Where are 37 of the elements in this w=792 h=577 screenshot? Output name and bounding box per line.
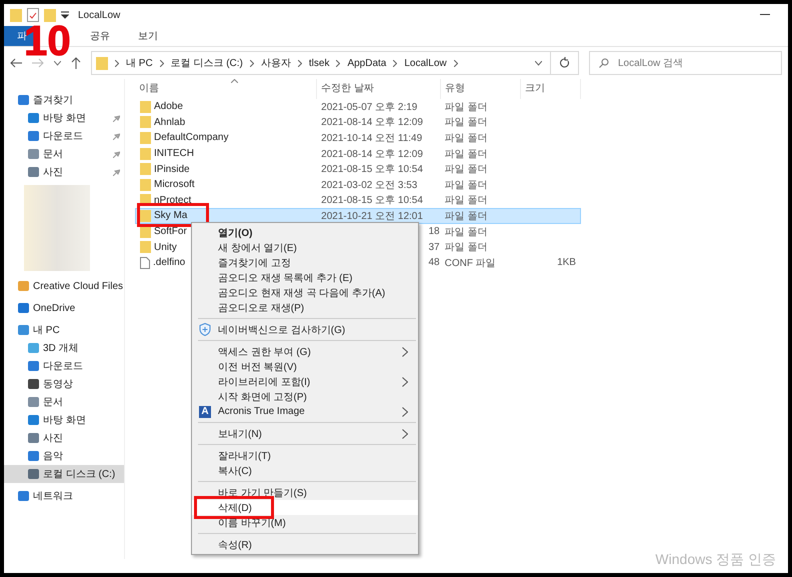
date-text: 2021-05-07 오후 2:19 (321, 100, 418, 114)
file-name: nProtect (154, 194, 192, 206)
date-text: 2021-08-15 오후 10:54 (321, 163, 423, 176)
date-text: 2021-08-15 오후 10:54 (321, 194, 423, 208)
type-text: 파일 폴더 (444, 241, 488, 254)
activation-notice: Windows 정품 인증 (655, 551, 776, 569)
window-title: LocalLow (78, 10, 120, 20)
file-name: SoftFor (154, 226, 187, 238)
file-name: Unity (154, 242, 177, 253)
type-text: 파일 폴더 (444, 178, 488, 192)
file-name: INITECH (154, 148, 194, 160)
date-text: 2021-10-21 오전 12:01 (321, 210, 423, 223)
acronis-icon: A (199, 406, 211, 418)
type-text: 파일 폴더 (444, 226, 488, 239)
type-text: 파일 폴더 (444, 132, 488, 145)
type-text: 파일 폴더 (444, 194, 488, 208)
file-name: .delfino (153, 257, 186, 268)
file-name: Microsoft (154, 179, 195, 190)
type-text: 파일 폴더 (444, 100, 488, 114)
date-text: 2021-08-14 오후 12:09 (321, 116, 423, 130)
file-name: Ahnlab (154, 116, 186, 128)
date-text: 2021-03-02 오전 3:53 (321, 178, 418, 192)
file-name: Sky Ma (154, 210, 188, 222)
size-text: 1KB (557, 257, 576, 268)
date-text: 48 (428, 257, 440, 268)
type-text: 파일 폴더 (444, 210, 488, 223)
type-text: 파일 폴더 (444, 116, 488, 130)
date-text: 37 (428, 242, 440, 253)
file-name: Adobe (154, 101, 183, 112)
type-text: CONF 파일 (444, 256, 496, 270)
type-text: 파일 폴더 (444, 148, 488, 161)
type-text: 파일 폴더 (444, 163, 488, 176)
file-name: IPinside (154, 164, 190, 175)
date-text: 18 (428, 226, 440, 238)
date-text: 2021-08-14 오후 12:09 (321, 148, 423, 161)
file-name: DefaultCompany (154, 132, 228, 144)
date-text: 2021-10-14 오전 11:49 (321, 132, 422, 145)
